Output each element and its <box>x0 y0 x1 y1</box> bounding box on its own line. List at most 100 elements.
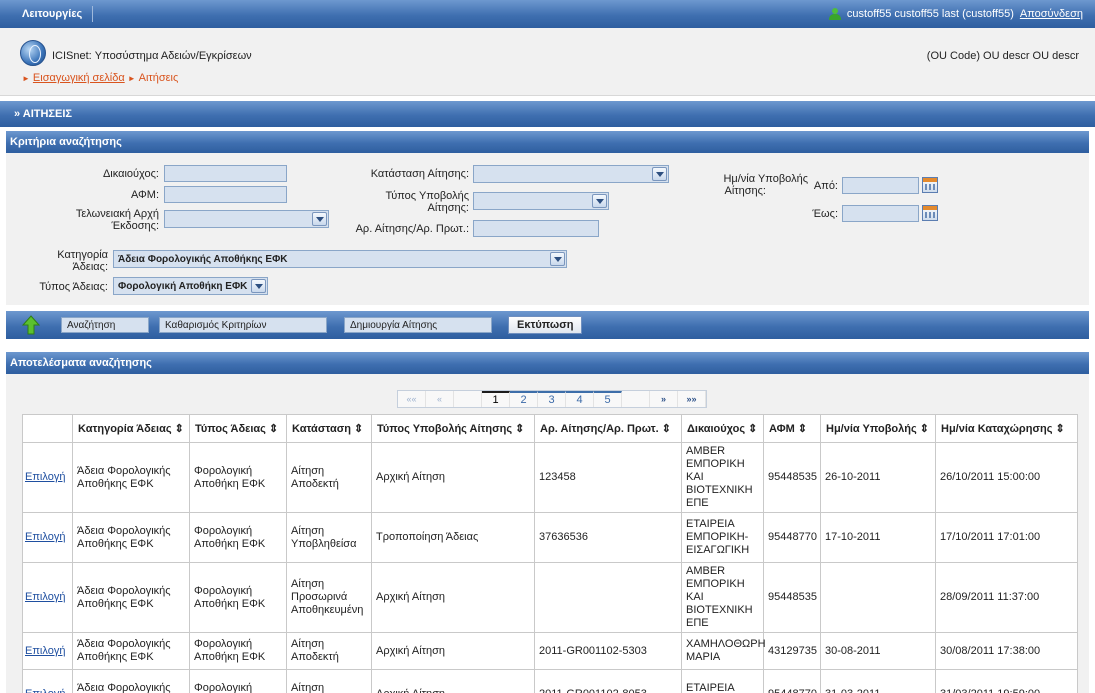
customs-office-select[interactable] <box>164 210 329 228</box>
select-link[interactable]: Επιλογή <box>25 471 65 483</box>
select-cell: Επιλογή <box>22 669 73 693</box>
column-header-afm[interactable]: ΑΦΜ ⇕ <box>763 414 821 443</box>
category-label-line2: Άδειας: <box>72 261 108 273</box>
column-header-registration-date[interactable]: Ημ/νία Καταχώρησης ⇕ <box>935 414 1078 443</box>
afm-input[interactable] <box>164 186 287 203</box>
chevron-down-icon <box>592 194 607 208</box>
results-panel: «« « 1 2 3 4 5 » »» Κατηγορία Άδειας ⇕ Τ… <box>6 374 1089 693</box>
license-type-value: Φορολογική Αποθήκη ΕΦΚ <box>118 281 248 292</box>
table-cell: Φορολογική Αποθήκη ΕΦΚ <box>189 442 287 513</box>
pager-last-button[interactable]: »» <box>678 391 706 407</box>
select-cell: Επιλογή <box>22 442 73 513</box>
user-icon <box>828 8 841 20</box>
column-header-app-number[interactable]: Αρ. Αίτησης/Αρ. Πρωτ. ⇕ <box>534 414 682 443</box>
select-link[interactable]: Επιλογή <box>25 688 65 693</box>
table-cell: 37636536 <box>534 512 682 563</box>
pager-page-4[interactable]: 4 <box>566 391 594 407</box>
calendar-icon[interactable] <box>922 205 938 221</box>
table-cell: 31/03/2011 19:59:00 <box>935 669 1078 693</box>
table-cell: 2011-GR001102-8053 <box>534 669 682 693</box>
table-cell: Αίτηση Προσωρινά Αποθηκευμένη <box>286 562 372 633</box>
chevron-down-icon <box>312 212 327 226</box>
org-unit-text: (OU Code) OU descr OU descr <box>926 50 1079 62</box>
criteria-title: Κριτήρια αναζήτησης <box>10 136 122 148</box>
select-link[interactable]: Επιλογή <box>25 531 65 543</box>
breadcrumb-current: Αιτήσεις <box>138 72 179 84</box>
customs-office-label-line2: Έκδοσης: <box>111 220 160 232</box>
criteria-section-bar: Κριτήρια αναζήτησης <box>6 131 1089 153</box>
from-label: Από: <box>813 180 838 192</box>
date-label-line2: Αίτησης: <box>724 185 766 197</box>
app-number-input[interactable] <box>473 220 599 237</box>
pager-page-2[interactable]: 2 <box>510 391 538 407</box>
create-application-button[interactable]: Δημιουργία Αίτησης <box>344 317 492 333</box>
globe-logo-icon <box>20 40 46 66</box>
search-button[interactable]: Αναζήτηση <box>61 317 149 333</box>
clear-criteria-button[interactable]: Καθαρισμός Κριτηρίων <box>159 317 327 333</box>
calendar-icon[interactable] <box>922 177 938 193</box>
beneficiary-label: Δικαιούχος: <box>102 168 159 180</box>
status-select[interactable] <box>473 165 669 183</box>
pager-page-3[interactable]: 3 <box>538 391 566 407</box>
table-cell: 95448535 <box>763 562 821 633</box>
table-cell: 2011-GR001102-5303 <box>534 632 682 670</box>
table-cell: ΧΑΜΗΛΟΘΩΡΗ ΜΑΡΙΑ <box>681 632 766 670</box>
table-cell: 43129735 <box>763 632 821 670</box>
table-cell: Τροποποίηση Άδειας <box>371 512 535 563</box>
chevron-down-icon <box>550 252 565 266</box>
app-title: ICISnet: Υποσύστημα Αδειών/Εγκρίσεων <box>52 50 252 62</box>
beneficiary-input[interactable] <box>164 165 287 182</box>
table-cell <box>534 562 682 633</box>
up-arrow-icon[interactable] <box>22 315 40 335</box>
date-from-input[interactable] <box>842 177 919 194</box>
breadcrumb-home-link[interactable]: Εισαγωγική σελίδα <box>33 72 125 84</box>
table-cell: AMBER ΕΜΠΟΡΙΚΗ ΚΑΙ ΒΙΟΤΕΧΝΙΚΗ ΕΠΕ <box>681 562 764 633</box>
column-header <box>22 414 73 443</box>
table-cell: Φορολογική Αποθήκη ΕΦΚ <box>189 562 287 633</box>
table-row: Επιλογή Άδεια Φορολογικής Αποθήκης ΕΦΚ Φ… <box>22 562 1078 633</box>
select-cell: Επιλογή <box>22 562 73 633</box>
select-cell: Επιλογή <box>22 512 73 563</box>
table-cell: Αρχική Αίτηση <box>371 562 535 633</box>
search-criteria-panel: Δικαιούχος: ΑΦΜ: Τελωνειακή Αρχή Έκδοσης… <box>6 153 1089 305</box>
table-cell: Άδεια Φορολογικής Αποθήκης ΕΦΚ <box>72 442 190 513</box>
pager-spacer <box>622 391 650 407</box>
applications-section-bar: » ΑΙΤΗΣΕΙΣ <box>0 101 1095 127</box>
table-cell: 26/10/2011 15:00:00 <box>935 442 1078 513</box>
table-cell <box>820 562 936 633</box>
column-header-license-type[interactable]: Τύπος Άδειας ⇕ <box>189 414 287 443</box>
print-button[interactable]: Εκτύπωση <box>508 316 583 334</box>
table-cell: Αίτηση Αποδεκτή <box>286 669 372 693</box>
select-link[interactable]: Επιλογή <box>25 591 65 603</box>
category-select[interactable]: Άδεια Φορολογικής Αποθήκης ΕΦΚ <box>113 250 567 268</box>
column-header-submission-type[interactable]: Τύπος Υποβολής Αίτησης ⇕ <box>371 414 535 443</box>
column-header-submission-date[interactable]: Ημ/νία Υποβολής ⇕ <box>820 414 936 443</box>
logout-link[interactable]: Αποσύνδεση <box>1020 8 1083 20</box>
table-row: Επιλογή Άδεια Φορολογικής Αποθήκης ΕΦΚ Φ… <box>22 442 1078 513</box>
chevron-down-icon <box>251 279 266 293</box>
afm-label: ΑΦΜ: <box>130 189 159 201</box>
pager-spacer <box>454 391 482 407</box>
breadcrumb-arrow-icon: ► <box>22 73 30 83</box>
table-row: Επιλογή Άδεια Φορολογικής Αποθήκης ΕΦΚ Φ… <box>22 512 1078 563</box>
select-link[interactable]: Επιλογή <box>25 645 65 657</box>
column-header-status[interactable]: Κατάσταση ⇕ <box>286 414 372 443</box>
table-cell: Αρχική Αίτηση <box>371 442 535 513</box>
functions-menu[interactable]: Λειτουργίες <box>22 8 82 20</box>
pager-page-1[interactable]: 1 <box>482 391 510 407</box>
pager-next-button[interactable]: » <box>650 391 678 407</box>
pager-first-button[interactable]: «« <box>398 391 426 407</box>
column-header-beneficiary[interactable]: Δικαιούχος ⇕ <box>681 414 764 443</box>
table-cell: 31-03-2011 <box>820 669 936 693</box>
user-info: custoff55 custoff55 last (custoff55) Απο… <box>828 8 1083 20</box>
chevron-down-icon <box>652 167 667 181</box>
pager-prev-button[interactable]: « <box>426 391 454 407</box>
column-header-category[interactable]: Κατηγορία Άδειας ⇕ <box>72 414 190 443</box>
pager-page-5[interactable]: 5 <box>594 391 622 407</box>
table-cell: AMBER ΕΜΠΟΡΙΚΗ ΚΑΙ ΒΙΟΤΕΧΝΙΚΗ ΕΠΕ <box>681 442 764 513</box>
table-cell: Άδεια Φορολογικής Αποθήκης ΕΦΚ <box>72 562 190 633</box>
top-menu-bar: Λειτουργίες custoff55 custoff55 last (cu… <box>0 0 1095 28</box>
submission-type-select[interactable] <box>473 192 609 210</box>
date-to-input[interactable] <box>842 205 919 222</box>
license-type-select[interactable]: Φορολογική Αποθήκη ΕΦΚ <box>113 277 268 295</box>
